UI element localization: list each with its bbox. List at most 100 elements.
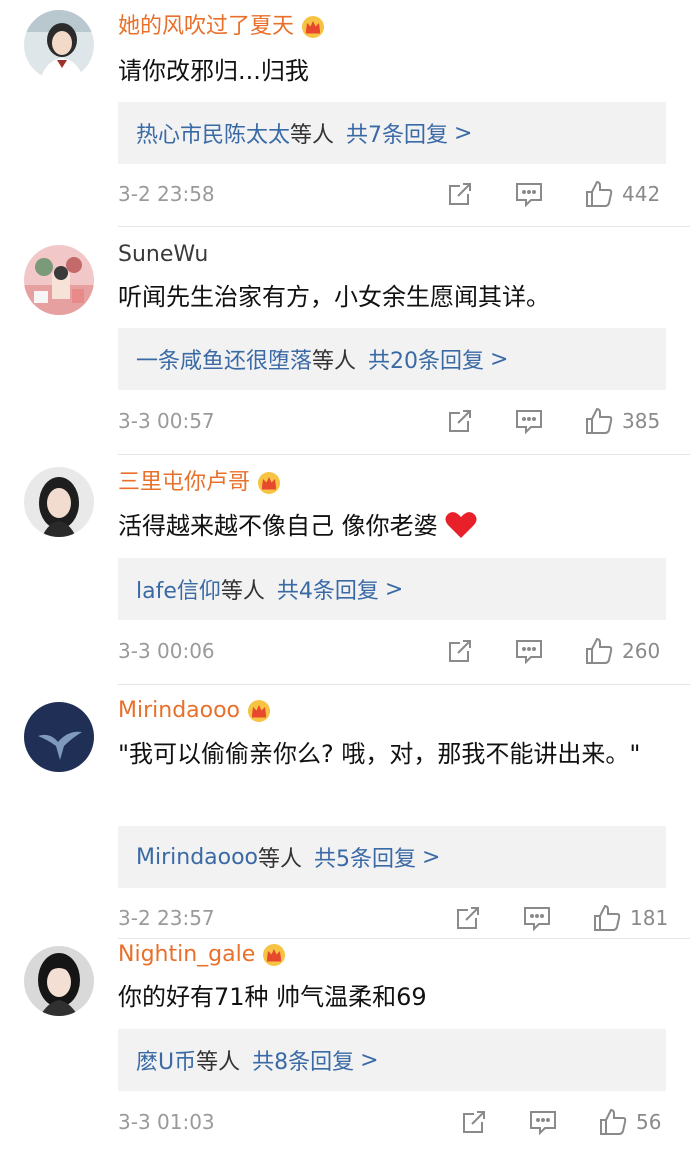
reply-summary[interactable]: 热心市民陈太太 等人 共7条回复 >	[118, 102, 666, 164]
divider	[118, 684, 690, 685]
username[interactable]: Nightin_gale	[118, 940, 255, 970]
reply-others-label: 等人	[196, 1050, 241, 1075]
chevron-right-icon: >	[454, 120, 473, 146]
reply-user-link[interactable]: 热心市民陈太太	[136, 117, 290, 149]
reply-user-link[interactable]: lafe信仰	[136, 573, 221, 605]
reply-others-label: 等人	[290, 123, 335, 148]
action-bar: 3-3 01:03 56	[118, 1104, 666, 1140]
reply-count-link[interactable]: 共5条回复	[314, 841, 416, 873]
reply-count-link[interactable]: 共8条回复	[252, 1044, 354, 1076]
thumbs-up-icon	[586, 407, 613, 434]
timestamp: 3-3 01:03	[118, 1110, 215, 1134]
like-count: 181	[630, 906, 669, 930]
share-button[interactable]	[446, 403, 474, 439]
comment-icon	[516, 183, 542, 208]
thumbs-up-icon	[600, 1108, 627, 1135]
thumbs-up-icon	[586, 637, 613, 664]
comment-button[interactable]	[528, 1104, 558, 1140]
avatar[interactable]	[24, 245, 94, 315]
comment-text: "我可以偷偷亲你么? 哦，对，那我不能讲出来。"	[118, 740, 641, 768]
like-button[interactable]: 181	[592, 900, 668, 936]
avatar[interactable]	[24, 10, 94, 80]
reply-user-link[interactable]: 麽U币	[136, 1044, 196, 1076]
vip-crown-icon	[246, 699, 272, 723]
comment-button[interactable]	[522, 900, 552, 936]
comment-button[interactable]	[514, 176, 544, 212]
share-icon	[457, 907, 479, 929]
action-bar: 3-3 00:57 385	[118, 403, 666, 439]
like-button[interactable]: 385	[584, 403, 660, 439]
comment-text: 听闻先生治家有方，小女余生愿闻其详。	[118, 283, 550, 311]
comment-text: 活得越来越不像自己 像你老婆	[118, 507, 660, 545]
comment-text-body: 活得越来越不像自己 像你老婆	[118, 512, 438, 540]
vip-crown-icon	[256, 471, 282, 495]
reply-user-link[interactable]: 一条咸鱼还很堕落	[136, 343, 312, 375]
share-icon	[449, 640, 471, 662]
divider	[118, 938, 690, 939]
thumbs-up-icon	[594, 904, 621, 931]
avatar[interactable]	[24, 467, 94, 537]
like-count: 442	[622, 182, 661, 206]
share-icon	[449, 183, 471, 205]
chevron-right-icon: >	[422, 844, 441, 870]
girl-selfie-avatar-icon	[24, 946, 94, 1016]
share-icon	[463, 1111, 485, 1133]
like-button[interactable]: 442	[584, 176, 660, 212]
divider	[118, 226, 690, 227]
share-icon	[449, 410, 471, 432]
comment-icon	[530, 1111, 556, 1136]
reply-others-label: 等人	[258, 847, 303, 872]
vip-crown-icon	[300, 15, 326, 39]
comment-text: 你的好有71种 帅气温柔和69	[118, 983, 427, 1011]
vip-crown-icon	[261, 943, 287, 967]
heart-emoji-icon	[444, 510, 478, 540]
chevron-right-icon: >	[360, 1047, 379, 1073]
username[interactable]: 三里屯你卢哥	[118, 468, 250, 498]
comment-button[interactable]	[514, 633, 544, 669]
comment-icon	[516, 410, 542, 435]
action-bar: 3-3 00:06 260	[118, 633, 666, 669]
reply-count-link[interactable]: 共7条回复	[346, 117, 448, 149]
share-button[interactable]	[454, 900, 482, 936]
reply-summary[interactable]: 一条咸鱼还很堕落 等人 共20条回复 >	[118, 328, 666, 390]
comment-button[interactable]	[514, 403, 544, 439]
username[interactable]: 她的风吹过了夏天	[118, 12, 294, 42]
timestamp: 3-2 23:57	[118, 906, 215, 930]
username[interactable]: SuneWu	[118, 240, 208, 270]
reply-others-label: 等人	[312, 349, 357, 374]
girl-portrait-avatar-icon	[24, 467, 94, 537]
reply-user-link[interactable]: Mirindaooo	[136, 845, 258, 870]
like-button[interactable]: 56	[598, 1104, 661, 1140]
action-bar: 3-2 23:57 181	[118, 900, 668, 936]
reply-summary[interactable]: 麽U币 等人 共8条回复 >	[118, 1029, 666, 1091]
action-bar: 3-2 23:58 442	[118, 176, 666, 212]
share-button[interactable]	[446, 633, 474, 669]
reply-summary[interactable]: lafe信仰 等人 共4条回复 >	[118, 558, 666, 620]
share-button[interactable]	[446, 176, 474, 212]
chevron-right-icon: >	[384, 576, 404, 602]
comment-icon	[516, 640, 542, 665]
timestamp: 3-2 23:58	[118, 182, 215, 206]
comment-icon	[524, 907, 550, 932]
illustration-avatar-icon	[24, 245, 94, 315]
timestamp: 3-3 00:06	[118, 639, 215, 663]
chevron-right-icon: >	[490, 346, 509, 372]
comment-text: 请你改邪归...归我	[118, 57, 309, 85]
reply-others-label: 等人	[220, 579, 265, 604]
avatar[interactable]	[24, 702, 94, 772]
username[interactable]: Mirindaooo	[118, 696, 240, 726]
girl-uniform-avatar-icon	[24, 10, 94, 80]
thumbs-up-icon	[586, 180, 613, 207]
avatar[interactable]	[24, 946, 94, 1016]
timestamp: 3-3 00:57	[118, 409, 215, 433]
like-button[interactable]: 260	[584, 633, 660, 669]
like-count: 385	[622, 409, 661, 433]
reply-count-link[interactable]: 共20条回复	[368, 343, 484, 375]
like-count: 260	[622, 639, 661, 663]
like-count: 56	[636, 1110, 662, 1134]
whale-tail-avatar-icon	[24, 702, 94, 772]
reply-summary[interactable]: Mirindaooo 等人 共5条回复 >	[118, 826, 666, 888]
divider	[118, 454, 690, 455]
share-button[interactable]	[460, 1104, 488, 1140]
reply-count-link[interactable]: 共4条回复	[277, 573, 379, 605]
